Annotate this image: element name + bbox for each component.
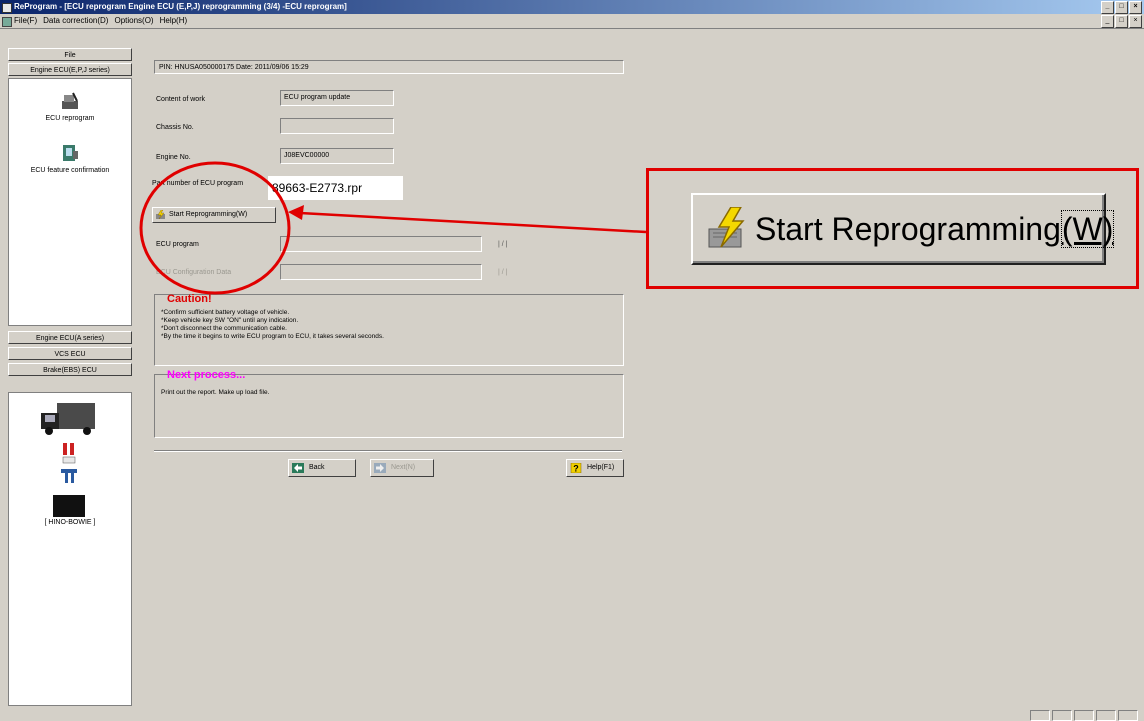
status-cell bbox=[1096, 710, 1116, 721]
divider bbox=[154, 450, 622, 452]
next-arrow-icon bbox=[374, 463, 386, 473]
main-form: PIN: HNUSA050000175 Date: 2011/09/06 15:… bbox=[138, 44, 1138, 706]
window-controls: _ □ × bbox=[1101, 1, 1142, 14]
ecu-config-progress bbox=[280, 264, 482, 280]
next-process-panel: Next process... Print out the report. Ma… bbox=[154, 369, 624, 438]
content-of-work-field: ECU program update bbox=[280, 90, 394, 106]
ecu-program-label: ECU program bbox=[156, 241, 199, 248]
next-button[interactable]: Next(N) bbox=[370, 459, 434, 477]
part-number-field: 89663-E2773.rpr bbox=[268, 176, 403, 200]
truck-to-device-icon bbox=[41, 403, 95, 517]
back-button[interactable]: Back bbox=[288, 459, 356, 477]
mdi-close-button[interactable]: × bbox=[1129, 15, 1142, 28]
minimize-button[interactable]: _ bbox=[1101, 1, 1114, 14]
status-cell bbox=[1052, 710, 1072, 721]
pin-date-field: PIN: HNUSA050000175 Date: 2011/09/06 15:… bbox=[154, 60, 624, 74]
caution-line: *Confirm sufficient battery voltage of v… bbox=[161, 309, 290, 316]
next-process-title: Next process... bbox=[167, 369, 246, 381]
next-button-label: Next(N) bbox=[391, 464, 416, 471]
app-icon bbox=[2, 3, 12, 13]
start-reprogramming-button[interactable]: Start Reprogramming(W) bbox=[152, 207, 276, 223]
menu-bar: File(F) Data correction(D) Options(O) He… bbox=[0, 14, 1144, 29]
sidebar-item-ecu-feature[interactable]: ECU feature confirmation bbox=[9, 143, 131, 174]
mdi-restore-button[interactable]: □ bbox=[1115, 15, 1128, 28]
caution-line: *Don't disconnect the communication cabl… bbox=[161, 325, 287, 332]
caution-line: *By the time it begins to write ECU prog… bbox=[161, 333, 384, 340]
mdi-controls: _ □ × bbox=[1101, 15, 1142, 28]
sidebar-group-brake[interactable]: Brake(EBS) ECU bbox=[8, 363, 132, 376]
sidebar-tool-list: ECU reprogram ECU feature confirmation bbox=[8, 78, 132, 326]
lightning-icon bbox=[156, 210, 165, 220]
window-title: ReProgram - [ECU reprogram Engine ECU (E… bbox=[14, 2, 347, 11]
ecu-program-progress bbox=[280, 236, 482, 252]
next-process-text: Print out the report. Make up load file. bbox=[161, 389, 270, 396]
start-reprogramming-label: Start Reprogramming(W) bbox=[169, 211, 248, 218]
caution-title: Caution! bbox=[167, 293, 212, 305]
engine-no-field: J08EVC00000 bbox=[280, 148, 394, 164]
svg-text:?: ? bbox=[573, 464, 579, 474]
caution-panel: Caution! *Confirm sufficient battery vol… bbox=[154, 293, 624, 366]
back-button-label: Back bbox=[309, 464, 325, 471]
ecu-config-label: ECU Configuration Data bbox=[156, 269, 232, 276]
chassis-no-label: Chassis No. bbox=[156, 124, 194, 131]
status-cell bbox=[1030, 710, 1050, 721]
title-bar: ReProgram - [ECU reprogram Engine ECU (E… bbox=[0, 0, 1144, 14]
document-icon bbox=[2, 17, 12, 27]
help-button[interactable]: ? Help(F1) bbox=[566, 459, 624, 477]
menu-data-correction[interactable]: Data correction(D) bbox=[43, 14, 108, 28]
mdi-minimize-button[interactable]: _ bbox=[1101, 15, 1114, 28]
back-arrow-icon bbox=[292, 463, 304, 473]
maximize-button[interactable]: □ bbox=[1115, 1, 1128, 14]
ecu-feature-icon bbox=[63, 145, 78, 161]
zoomed-label-shortcut: (W) bbox=[1060, 210, 1115, 248]
zoom-callout-frame: Start Reprogramming(W) bbox=[646, 168, 1139, 289]
zoomed-start-reprogramming-button: Start Reprogramming(W) bbox=[691, 193, 1115, 265]
ecu-config-counter: | / | bbox=[498, 269, 508, 276]
sidebar-group-engine-a[interactable]: Engine ECU(A series) bbox=[8, 331, 132, 344]
ecu-program-counter: | / | bbox=[498, 241, 508, 248]
menu-options[interactable]: Options(O) bbox=[114, 14, 153, 28]
ecu-reprogram-icon bbox=[62, 92, 78, 109]
close-button[interactable]: × bbox=[1129, 1, 1142, 14]
device-label: [ HINO-BOWIE ] bbox=[44, 519, 96, 526]
sidebar-item-ecu-reprogram[interactable]: ECU reprogram bbox=[9, 91, 131, 122]
help-question-icon: ? bbox=[570, 463, 582, 473]
status-cell bbox=[1118, 710, 1138, 721]
caution-line: *Keep vehicle key SW "ON" until any indi… bbox=[161, 317, 299, 324]
status-cell bbox=[1074, 710, 1094, 721]
connection-diagram: [ HINO-BOWIE ] bbox=[8, 392, 132, 706]
sidebar-item-label: ECU reprogram bbox=[45, 115, 95, 122]
zoomed-button-label: Start Reprogramming(W) bbox=[755, 209, 1115, 249]
part-number-label: Part number of ECU program bbox=[152, 180, 244, 187]
help-button-label: Help(F1) bbox=[587, 464, 615, 471]
engine-no-label: Engine No. bbox=[156, 154, 191, 161]
sidebar: File Engine ECU(E,P,J series) ECU reprog… bbox=[4, 44, 132, 708]
menu-file[interactable]: File(F) bbox=[14, 14, 37, 28]
content-of-work-label: Content of work bbox=[156, 96, 206, 103]
sidebar-group-engine-epj[interactable]: Engine ECU(E,P,J series) bbox=[8, 63, 132, 76]
sidebar-item-label: ECU feature confirmation bbox=[30, 167, 110, 174]
sidebar-file-button[interactable]: File bbox=[8, 48, 132, 61]
chassis-no-field bbox=[280, 118, 394, 134]
sidebar-group-vcs[interactable]: VCS ECU bbox=[8, 347, 132, 360]
lightning-icon bbox=[708, 207, 745, 248]
zoomed-label-main: Start Reprogramming bbox=[755, 211, 1061, 247]
status-bar bbox=[0, 708, 1144, 721]
menu-help[interactable]: Help(H) bbox=[160, 14, 188, 28]
